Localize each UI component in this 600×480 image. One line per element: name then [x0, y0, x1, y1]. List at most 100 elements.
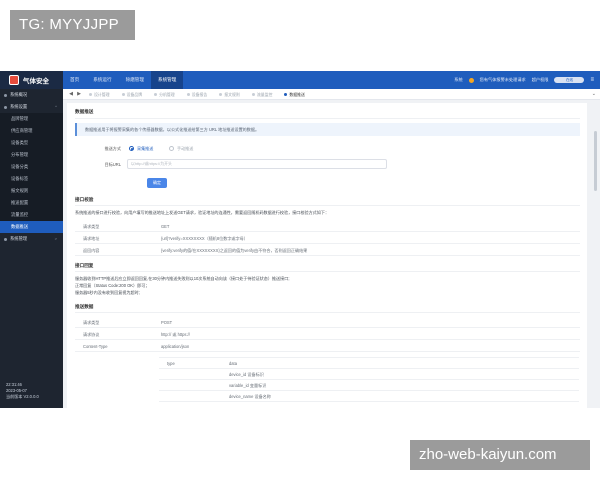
sidebar-item-brand[interactable]: 品牌管理 [0, 113, 63, 125]
row-value: POST [161, 320, 173, 325]
row-value: variable_id 变量标识 [229, 383, 267, 388]
sidebar-item-overview[interactable]: 系统概况 [0, 89, 63, 101]
divider [75, 312, 580, 313]
row-key: type [167, 361, 175, 366]
sidebar-footer: 22:31:46 2023-05-07 当前版本 V2.0.0.0 [6, 382, 39, 400]
row-value: device_name 设备名称 [229, 394, 271, 399]
tab-device-brand[interactable]: 设备品牌 [116, 89, 149, 100]
tab-design[interactable]: 设计管理 [83, 89, 116, 100]
section-title-push: 数据推送 [75, 109, 94, 114]
push-mode-label: 推送方式 [104, 146, 121, 151]
sidebar-item-settings[interactable]: 系统设置 ^ [0, 101, 63, 113]
sidebar-item-push-config[interactable]: 推送配置 [0, 197, 63, 209]
reply-line: 服务器5秒内没有收到回复视为超时; [75, 290, 140, 295]
nav-item-grinding[interactable]: 除磨管理 [119, 71, 151, 89]
tab-label: 设备品牌 [126, 91, 143, 97]
row-value: data [229, 361, 237, 366]
tab-strip: ◀ ▶ 设计管理 设备品牌 分机管理 设备报告 报文规则 流量监控 数据推送 ⌄ [63, 89, 600, 100]
tab-extension[interactable]: 分机管理 [148, 89, 181, 100]
tab-dot-icon [186, 92, 190, 96]
sidebar-item-label: 系统概况 [10, 92, 28, 97]
sidebar-item-traffic[interactable]: 流量监控 [0, 209, 63, 221]
target-url-input[interactable]: 以http://或https://为开头 [127, 159, 387, 169]
row-value: GET [161, 224, 170, 229]
divider [75, 271, 580, 272]
shield-logo-icon [9, 75, 19, 85]
tab-dot-icon [154, 92, 158, 96]
sidebar-item-device-tag[interactable]: 设备标签 [0, 173, 63, 185]
tab-label: 流量监控 [256, 91, 273, 97]
chevron-up-icon: ^ [55, 104, 57, 109]
radio-manual-push-label[interactable]: 手动推送 [177, 146, 193, 152]
tab-scroll-right-icon[interactable]: ▶ [75, 91, 83, 97]
tab-message-rule[interactable]: 报文规则 [213, 89, 246, 100]
tab-label: 设备报告 [191, 91, 208, 97]
sidebar-item-supplier[interactable]: 供应商管理 [0, 125, 63, 137]
target-url-label: 目标URL [104, 162, 121, 167]
main-content: 数据推送 数据推送用于将报警采集的各个传感器数据，以公式化推送给第三方 URL … [63, 100, 600, 408]
tab-more-icon[interactable]: ⌄ [592, 89, 596, 100]
watermark-bottom: zho-web-kaiyun.com [410, 440, 590, 470]
confirm-button[interactable]: 确定 [147, 178, 167, 188]
tab-scroll-left-icon[interactable]: ◀ [67, 91, 75, 97]
table-row: Content-Type application/json [75, 341, 580, 352]
table-row: type data [159, 358, 579, 369]
chevron-right-icon: > [54, 236, 57, 241]
divider [75, 205, 580, 206]
radio-manual-push[interactable] [169, 146, 174, 151]
content-scrollbar[interactable] [594, 131, 597, 191]
sidebar-item-data-push[interactable]: 数据推送 [0, 221, 63, 233]
tab-device-report[interactable]: 设备报告 [181, 89, 214, 100]
row-value: {url}?verify=XXXXXXXX（随机8位数字或字母） [161, 236, 248, 241]
section-title-verify: 接口校验 [75, 197, 94, 202]
sidebar-item-device-type[interactable]: 设备类型 [0, 137, 63, 149]
section-title-reply: 接口回复 [75, 263, 94, 268]
alarm-notice[interactable]: 您有气体报警未处理请求 [480, 77, 526, 83]
tab-dot-icon [219, 92, 223, 96]
section-title-data: 推送数据 [75, 304, 94, 309]
sidebar: 系统概况 系统设置 ^ 品牌管理 供应商管理 设备类型 分布管理 设备分类 设备标… [0, 89, 63, 408]
top-right-area: 系统 您有气体报警未处理请求 超户权限 在线 ≡ [454, 71, 594, 89]
status-pill[interactable]: 在线 [554, 77, 585, 83]
table-row: variable_id 变量标识 [159, 380, 579, 391]
tab-label: 报文规则 [224, 91, 240, 97]
sidebar-item-distribution[interactable]: 分布管理 [0, 149, 63, 161]
row-value: http:// 或 https:// [161, 332, 190, 337]
watermark-top: TG: MYYJJPP [10, 10, 135, 40]
user-label[interactable]: 系统 [454, 77, 462, 83]
menu-icon[interactable]: ≡ [590, 77, 594, 83]
row-key: 请求类型 [83, 224, 100, 229]
brand[interactable]: 气体安全 [0, 71, 63, 89]
screenshot-stage: TG: MYYJJPP 气体安全 首页 系统运行 除磨管理 系统管理 系统 您有… [0, 0, 600, 480]
row-value: device_id 设备标识 [229, 372, 264, 377]
sidebar-item-message-rule[interactable]: 报文规则 [0, 185, 63, 197]
divider [75, 118, 580, 119]
row-key: Content-Type [83, 344, 108, 349]
reply-line: 正常回复（Status Code:200 OK）即可； [75, 283, 150, 288]
tab-dot-icon [284, 92, 288, 96]
table-row: 请求类型 POST [75, 317, 580, 328]
nav-item-home[interactable]: 首页 [63, 71, 86, 89]
nav-item-system-run[interactable]: 系统运行 [86, 71, 118, 89]
payload-table: type data device_id 设备标识 variable_id 变量标… [159, 357, 579, 402]
sidebar-item-label: 系统管理 [10, 236, 28, 241]
row-value: {verify:verify的值/在XXXXXXXX}之返回的值为verify由… [161, 248, 308, 253]
tab-traffic[interactable]: 流量监控 [246, 89, 279, 100]
table-row: device_name 设备名称 [159, 391, 579, 402]
tab-label: 数据推送 [289, 91, 305, 97]
top-bar: 气体安全 首页 系统运行 除磨管理 系统管理 系统 您有气体报警未处理请求 超户… [0, 71, 600, 89]
app-version: 当前版本 V2.0.0.0 [6, 394, 39, 399]
sidebar-item-system-manage[interactable]: 系统管理 > [0, 233, 63, 245]
dot-icon [4, 93, 7, 97]
admin-label[interactable]: 超户权限 [532, 77, 549, 83]
sidebar-item-device-category[interactable]: 设备分类 [0, 161, 63, 173]
radio-auto-push[interactable] [129, 146, 134, 151]
row-key: 请求地址 [83, 236, 100, 241]
main-nav: 首页 系统运行 除磨管理 系统管理 [63, 71, 184, 89]
dot-icon [4, 105, 7, 109]
nav-item-system-manage[interactable]: 系统管理 [150, 71, 184, 89]
row-value: application/json [161, 344, 190, 349]
info-notice: 数据推送用于将报警采集的各个传感器数据，以公式化推送给第三方 URL 地址推送设… [75, 123, 580, 136]
tab-data-push[interactable]: 数据推送 [278, 89, 311, 100]
radio-auto-push-label[interactable]: 采集推送 [137, 146, 153, 152]
